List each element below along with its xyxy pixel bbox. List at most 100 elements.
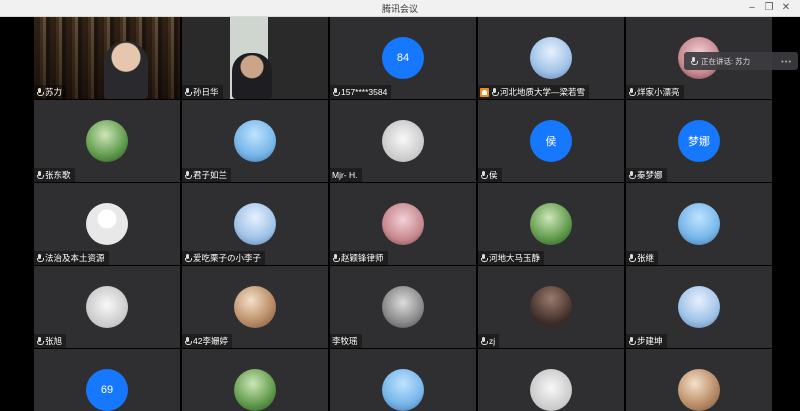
- restore-icon[interactable]: ❐: [762, 1, 776, 14]
- title-bar: 腾讯会议 – ❐ ✕: [0, 0, 800, 17]
- participant-tile[interactable]: 爱吃栗子の小李子: [182, 183, 328, 265]
- participant-name: 烊家小漂亮: [637, 87, 680, 97]
- name-label: Mjr- H.: [330, 168, 362, 182]
- mic-icon: [480, 336, 488, 346]
- more-icon[interactable]: •••: [781, 57, 792, 66]
- mic-icon: [480, 253, 488, 263]
- avatar: [678, 369, 720, 411]
- avatar: [530, 37, 572, 79]
- mic-icon: [628, 87, 636, 97]
- participant-name: 张旭: [45, 336, 63, 346]
- avatar: 69: [86, 369, 128, 411]
- window-title: 腾讯会议: [381, 4, 418, 14]
- avatar: [86, 286, 128, 328]
- name-label: 爱吃栗子の小李子: [182, 251, 266, 265]
- name-label: 157****3584: [330, 85, 392, 99]
- participant-tile[interactable]: 42李姗婷: [182, 266, 328, 348]
- mic-icon: [332, 253, 340, 263]
- avatar: [530, 203, 572, 245]
- participant-name: 孙日华: [193, 87, 219, 97]
- name-label: 秦梦娜: [626, 168, 667, 182]
- speaking-label: 正在讲话: 苏力: [701, 56, 751, 66]
- participant-tile[interactable]: 孙日华: [182, 17, 328, 99]
- participant-name: 157****3584: [341, 87, 388, 97]
- avatar: [234, 286, 276, 328]
- avatar: [382, 203, 424, 245]
- participant-tile[interactable]: 张继: [626, 183, 772, 265]
- name-label: 侯: [478, 168, 502, 182]
- participant-name: 步建坤: [637, 336, 663, 346]
- mic-icon: [480, 170, 488, 180]
- participant-tile[interactable]: 84 157****3584: [330, 17, 476, 99]
- participant-tile[interactable]: [182, 349, 328, 411]
- avatar: [678, 203, 720, 245]
- participant-tile[interactable]: 苏力: [34, 17, 180, 99]
- participant-tile[interactable]: 69: [34, 349, 180, 411]
- avatar: [86, 120, 128, 162]
- participant-tile[interactable]: Mjr- H.: [330, 100, 476, 182]
- participant-tile[interactable]: 张旭: [34, 266, 180, 348]
- name-label: 赵颖锋律师: [330, 251, 388, 265]
- name-label: 河地大马玉静: [478, 251, 545, 265]
- avatar: 侯: [530, 120, 572, 162]
- mic-icon: [332, 87, 340, 97]
- avatar: [382, 120, 424, 162]
- participant-name: 苏力: [45, 87, 63, 97]
- participant-tile[interactable]: 李牧瑶: [330, 266, 476, 348]
- mic-icon: [628, 253, 636, 263]
- participant-tile[interactable]: 梦娜 秦梦娜: [626, 100, 772, 182]
- mic-icon: [36, 336, 44, 346]
- avatar: [382, 286, 424, 328]
- participant-name: 河地大马玉静: [489, 253, 541, 263]
- participant-name: 李牧瑶: [332, 336, 358, 346]
- avatar: [234, 120, 276, 162]
- participant-tile[interactable]: 河北地质大学—梁若雪: [478, 17, 624, 99]
- name-label: 河北地质大学—梁若雪: [478, 85, 590, 99]
- avatar: [234, 203, 276, 245]
- mic-icon: [628, 336, 636, 346]
- close-icon[interactable]: ✕: [779, 1, 793, 14]
- participant-tile[interactable]: 侯侯: [478, 100, 624, 182]
- mic-icon: [184, 253, 192, 263]
- avatar: [86, 203, 128, 245]
- participant-figure: [232, 53, 272, 99]
- name-label: 张东歌: [34, 168, 75, 182]
- participant-tile[interactable]: [626, 349, 772, 411]
- participant-tile[interactable]: 河地大马玉静: [478, 183, 624, 265]
- participant-tile[interactable]: [330, 349, 476, 411]
- participant-tile[interactable]: zj: [478, 266, 624, 348]
- participant-name: 张东歌: [45, 170, 71, 180]
- avatar: [530, 369, 572, 411]
- participant-figure: [104, 41, 148, 99]
- name-label: 李牧瑶: [330, 334, 362, 348]
- mic-icon: [184, 336, 192, 346]
- name-label: 张继: [626, 251, 659, 265]
- minimize-icon[interactable]: –: [745, 1, 759, 14]
- avatar: [234, 369, 276, 411]
- participant-tile[interactable]: 张东歌: [34, 100, 180, 182]
- mic-icon: [184, 87, 192, 97]
- participant-name: 爱吃栗子の小李子: [193, 253, 262, 263]
- avatar: [382, 369, 424, 411]
- participant-name: 秦梦娜: [637, 170, 663, 180]
- participant-name: 张继: [637, 253, 655, 263]
- participant-tile[interactable]: 赵颖锋律师: [330, 183, 476, 265]
- participant-tile[interactable]: 步建坤: [626, 266, 772, 348]
- host-icon: [480, 87, 489, 97]
- participant-tile[interactable]: [478, 349, 624, 411]
- participant-tile[interactable]: 法治及本土资源: [34, 183, 180, 265]
- mic-icon: [690, 56, 698, 66]
- avatar: 84: [382, 37, 424, 79]
- avatar: [530, 286, 572, 328]
- mic-icon: [36, 253, 44, 263]
- participant-tile[interactable]: 君子如兰: [182, 100, 328, 182]
- participant-grid: 苏力 孙日华 84 157****3584 河北地质大学—梁若雪 烊家小漂亮张东歌 君子如兰…: [34, 17, 774, 411]
- avatar: [678, 286, 720, 328]
- speaking-indicator: 正在讲话: 苏力 •••: [684, 52, 798, 70]
- mic-icon: [184, 170, 192, 180]
- participant-name: 42李姗婷: [193, 336, 228, 346]
- mic-icon: [36, 87, 44, 97]
- participant-name: zj: [489, 336, 496, 346]
- name-label: 孙日华: [182, 85, 223, 99]
- mic-icon: [36, 170, 44, 180]
